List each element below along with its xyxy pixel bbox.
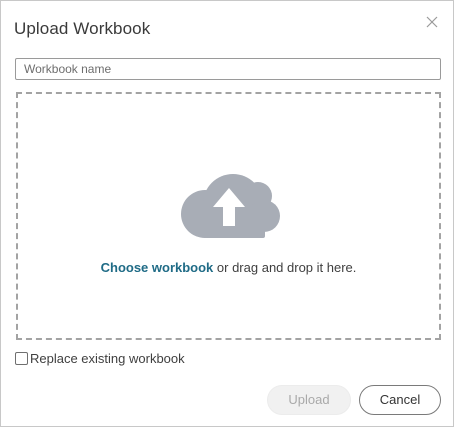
drop-zone[interactable]: Choose workbook or drag and drop it here… — [16, 92, 441, 340]
workbook-name-input[interactable] — [15, 58, 441, 80]
dialog-title: Upload Workbook — [14, 19, 151, 38]
drag-drop-text: or drag and drop it here. — [213, 260, 357, 275]
replace-existing-option[interactable]: Replace existing workbook — [15, 351, 185, 366]
replace-existing-checkbox[interactable] — [15, 352, 28, 365]
upload-workbook-dialog: Upload Workbook Choose w — [0, 0, 454, 427]
cancel-button[interactable]: Cancel — [359, 385, 441, 415]
close-icon[interactable] — [425, 15, 439, 29]
upload-button[interactable]: Upload — [267, 385, 351, 415]
replace-existing-label: Replace existing workbook — [30, 351, 185, 366]
drop-instructions: Choose workbook or drag and drop it here… — [18, 260, 439, 275]
cloud-upload-icon — [178, 174, 280, 238]
choose-workbook-link[interactable]: Choose workbook — [101, 260, 214, 275]
